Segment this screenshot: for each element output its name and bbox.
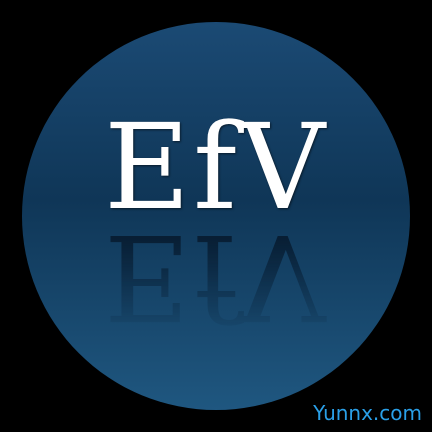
logo-text-reflection: EfV bbox=[103, 208, 329, 346]
logo-text: EfV bbox=[103, 98, 329, 236]
watermark-text: Yunnx.com bbox=[313, 401, 422, 425]
logo-circle: EfV EfV bbox=[22, 22, 410, 410]
logo-canvas: EfV EfV Yunnx.com bbox=[0, 0, 432, 432]
